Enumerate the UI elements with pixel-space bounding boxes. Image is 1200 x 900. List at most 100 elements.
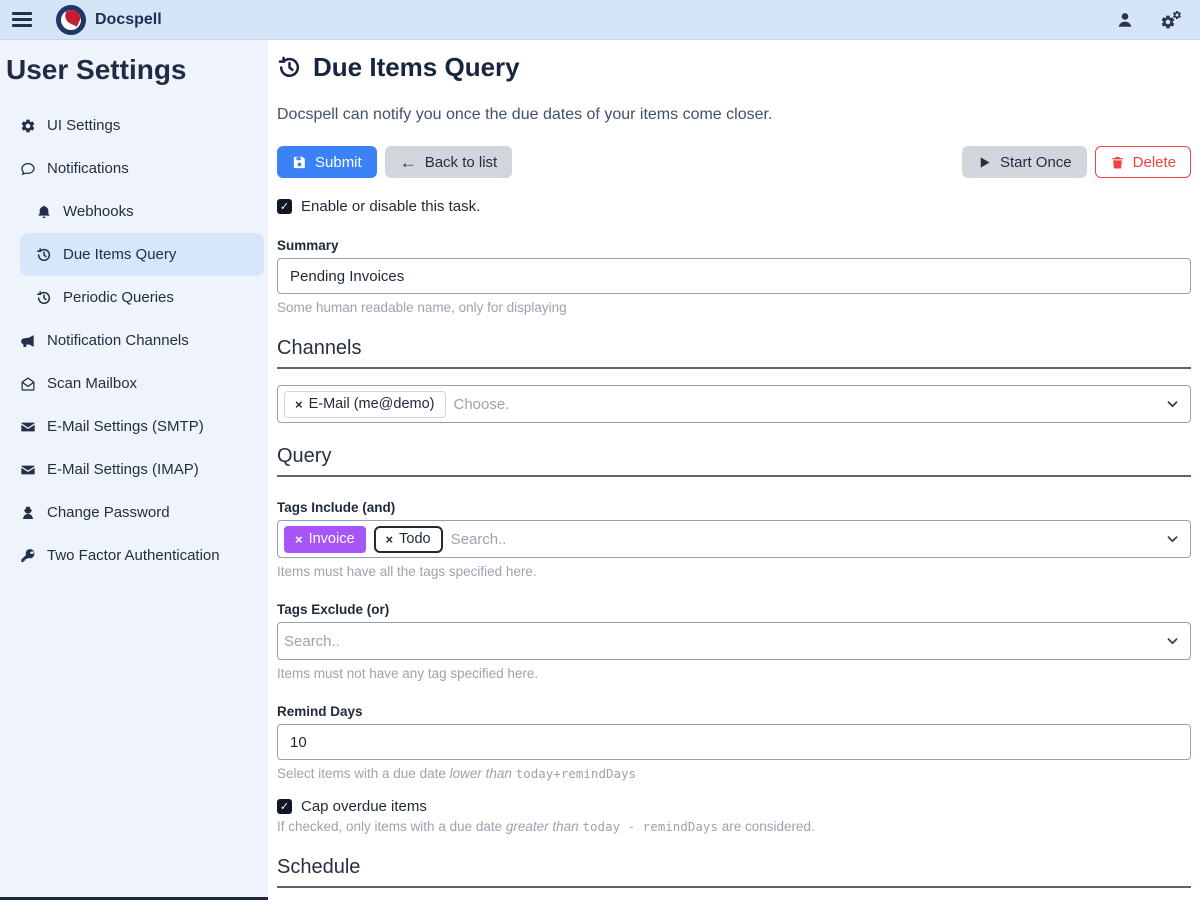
start-once-label: Start Once (1000, 154, 1072, 171)
sidebar-item-periodic-queries[interactable]: Periodic Queries (20, 276, 264, 319)
sidebar-item-label: E-Mail Settings (SMTP) (47, 418, 204, 435)
check-icon: ✓ (280, 200, 289, 213)
sidebar-item-label: Periodic Queries (63, 289, 174, 306)
bell-icon (36, 204, 52, 220)
enable-task-row: ✓ Enable or disable this task. (277, 198, 1191, 215)
brand-name: Docspell (95, 11, 162, 29)
settings-sidebar: User Settings UI Settings Notifications … (0, 40, 268, 900)
envelope-icon (20, 462, 36, 478)
cap-overdue-label: Cap overdue items (301, 798, 427, 815)
summary-label: Summary (277, 238, 1191, 253)
comment-icon (20, 161, 36, 177)
tags-exclude-help: Items must not have any tag specified he… (277, 666, 1191, 681)
remind-days-label: Remind Days (277, 704, 1191, 719)
tags-exclude-label: Tags Exclude (or) (277, 602, 1191, 617)
tag-chip-invoice[interactable]: × Invoice (284, 526, 366, 553)
user-icon[interactable] (1116, 11, 1134, 29)
summary-help: Some human readable name, only for displ… (277, 300, 1191, 315)
tags-include-help: Items must have all the tags specified h… (277, 564, 1191, 579)
menu-icon[interactable] (12, 12, 32, 27)
sidebar-item-label: Notification Channels (47, 332, 189, 349)
history-icon (36, 290, 52, 306)
bullhorn-icon (20, 333, 36, 349)
sidebar-item-label: Webhooks (63, 203, 134, 220)
channels-placeholder: Choose. (454, 396, 510, 413)
gears-icon[interactable] (1160, 10, 1182, 30)
tags-exclude-placeholder: Search.. (284, 633, 340, 650)
sidebar-item-label: Scan Mailbox (47, 375, 137, 392)
sidebar-item-scan-mailbox[interactable]: Scan Mailbox (4, 362, 264, 405)
schedule-section-heading: Schedule (277, 856, 1191, 888)
tags-include-multiselect[interactable]: × Invoice × Todo Search.. (277, 520, 1191, 558)
enable-task-checkbox[interactable]: ✓ (277, 199, 292, 214)
history-icon (36, 247, 52, 263)
tags-include-label: Tags Include (and) (277, 500, 1191, 515)
sidebar-item-due-items-query[interactable]: Due Items Query (20, 233, 264, 276)
sidebar-item-label: Due Items Query (63, 246, 176, 263)
delete-button[interactable]: Delete (1095, 146, 1191, 178)
key-icon (20, 548, 36, 564)
sidebar-title: User Settings (4, 52, 264, 104)
tag-chip-label: Todo (399, 531, 430, 547)
trash-icon (1110, 155, 1125, 170)
submit-button[interactable]: Submit (277, 146, 377, 178)
close-icon[interactable]: × (295, 532, 303, 547)
sidebar-item-ui-settings[interactable]: UI Settings (4, 104, 264, 147)
submit-label: Submit (315, 154, 362, 171)
arrow-left-icon: ← (400, 154, 417, 171)
summary-input[interactable] (277, 258, 1191, 294)
docspell-logo-icon (56, 5, 86, 35)
sidebar-item-label: E-Mail Settings (IMAP) (47, 461, 199, 478)
chevron-down-icon[interactable] (1166, 398, 1179, 411)
sidebar-item-notifications[interactable]: Notifications (4, 147, 264, 190)
tags-exclude-multiselect[interactable]: Search.. (277, 622, 1191, 660)
action-bar: Submit ← Back to list Start Once Delete (277, 146, 1191, 178)
back-label: Back to list (425, 154, 498, 171)
remind-days-input[interactable] (277, 724, 1191, 760)
start-once-button[interactable]: Start Once (962, 146, 1087, 178)
sidebar-item-email-smtp[interactable]: E-Mail Settings (SMTP) (4, 405, 264, 448)
cap-overdue-help: If checked, only items with a due date g… (277, 819, 1191, 834)
delete-label: Delete (1133, 154, 1176, 171)
sidebar-item-label: Change Password (47, 504, 170, 521)
channel-chip-label: E-Mail (me@demo) (309, 396, 435, 412)
channel-chip[interactable]: × E-Mail (me@demo) (284, 391, 446, 418)
brand[interactable]: Docspell (56, 5, 162, 35)
page-title: Due Items Query (277, 52, 1191, 83)
sidebar-item-label: Notifications (47, 160, 129, 177)
sidebar-item-two-factor[interactable]: Two Factor Authentication (4, 534, 264, 577)
history-icon (277, 55, 302, 80)
enable-task-label: Enable or disable this task. (301, 198, 480, 215)
cap-overdue-checkbox[interactable]: ✓ (277, 799, 292, 814)
user-secret-icon (20, 505, 36, 521)
play-icon (977, 155, 992, 170)
sidebar-item-change-password[interactable]: Change Password (4, 491, 264, 534)
page-title-text: Due Items Query (313, 52, 520, 83)
gear-icon (20, 118, 36, 134)
channels-section-heading: Channels (277, 337, 1191, 369)
remind-days-help: Select items with a due date lower than … (277, 766, 1191, 781)
chevron-down-icon[interactable] (1166, 533, 1179, 546)
channels-multiselect[interactable]: × E-Mail (me@demo) Choose. (277, 385, 1191, 423)
save-icon (292, 155, 307, 170)
tag-chip-label: Invoice (309, 531, 355, 547)
sidebar-item-webhooks[interactable]: Webhooks (20, 190, 264, 233)
close-icon[interactable]: × (295, 397, 303, 412)
query-section-heading: Query (277, 445, 1191, 477)
sidebar-item-email-imap[interactable]: E-Mail Settings (IMAP) (4, 448, 264, 491)
close-icon[interactable]: × (386, 532, 394, 547)
sidebar-item-label: UI Settings (47, 117, 120, 134)
envelope-open-icon (20, 376, 36, 392)
tags-include-placeholder: Search.. (451, 531, 507, 548)
chevron-down-icon[interactable] (1166, 635, 1179, 648)
envelope-icon (20, 419, 36, 435)
sidebar-item-notification-channels[interactable]: Notification Channels (4, 319, 264, 362)
top-navbar: Docspell (0, 0, 1200, 40)
page-description: Docspell can notify you once the due dat… (277, 106, 1191, 124)
main-content: Due Items Query Docspell can notify you … (268, 40, 1200, 900)
cap-overdue-row: ✓ Cap overdue items (277, 798, 1191, 815)
sidebar-item-label: Two Factor Authentication (47, 547, 220, 564)
tag-chip-todo[interactable]: × Todo (374, 526, 443, 553)
check-icon: ✓ (280, 800, 289, 813)
back-to-list-button[interactable]: ← Back to list (385, 146, 513, 178)
